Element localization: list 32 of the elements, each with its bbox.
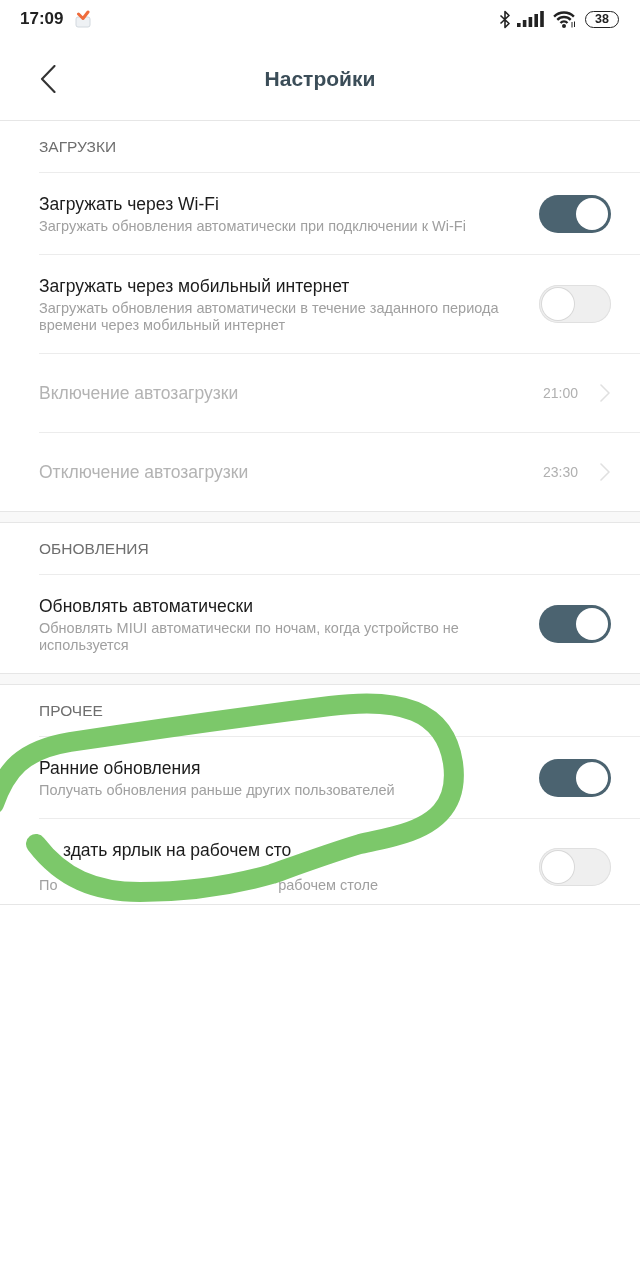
toggle-switch[interactable] bbox=[539, 847, 611, 886]
envelope-icon bbox=[75, 10, 92, 28]
setting-title: Ранние обновления bbox=[39, 756, 202, 779]
setting-description: По bbox=[39, 877, 58, 894]
chevron-right-icon bbox=[600, 384, 610, 402]
toggle-switch[interactable] bbox=[539, 194, 611, 233]
setting-title: Загружать через Wi-Fi bbox=[39, 192, 220, 215]
setting-description: Загружать обновления автоматически при подключении к Wi-Fi bbox=[39, 217, 467, 235]
setting-title: Отключение автозагрузки bbox=[39, 461, 250, 483]
section-header: ПРОЧЕЕ bbox=[39, 701, 103, 720]
time-value: 23:30 bbox=[542, 464, 578, 480]
setting-title: Обновлять автоматически bbox=[39, 594, 254, 617]
toggle-switch[interactable] bbox=[539, 605, 611, 643]
chevron-left-icon bbox=[40, 65, 56, 93]
toggle-switch[interactable] bbox=[539, 285, 611, 323]
setting-description: рабочем столе bbox=[278, 877, 378, 894]
chevron-right-icon bbox=[600, 463, 610, 481]
signal-bars-icon bbox=[517, 11, 544, 27]
status-time: 17:09 bbox=[20, 9, 64, 29]
toggle-switch[interactable] bbox=[539, 758, 611, 797]
setting-description: Обновлять MIUI автоматически по ночам, когда устройство не используется bbox=[39, 619, 460, 654]
section-header: ОБНОВЛЕНИЯ bbox=[39, 539, 149, 558]
setting-title: Загружать через мобильный интернет bbox=[39, 274, 351, 297]
setting-title: Включение автозагрузки bbox=[39, 382, 240, 404]
time-value: 21:00 bbox=[542, 385, 578, 401]
screen-title: Настройки bbox=[264, 67, 376, 91]
setting-description: Получать обновления раньше других пользователей bbox=[39, 781, 396, 799]
wifi-icon bbox=[552, 10, 577, 28]
setting-title: здать ярлык на рабочем сто bbox=[62, 839, 293, 861]
setting-description: Загружать обновления автоматически в течение заданного периода времени через мобильный интернет bbox=[39, 299, 500, 334]
section-header: ЗАГРУЗКИ bbox=[39, 137, 117, 156]
bluetooth-icon bbox=[499, 9, 511, 29]
